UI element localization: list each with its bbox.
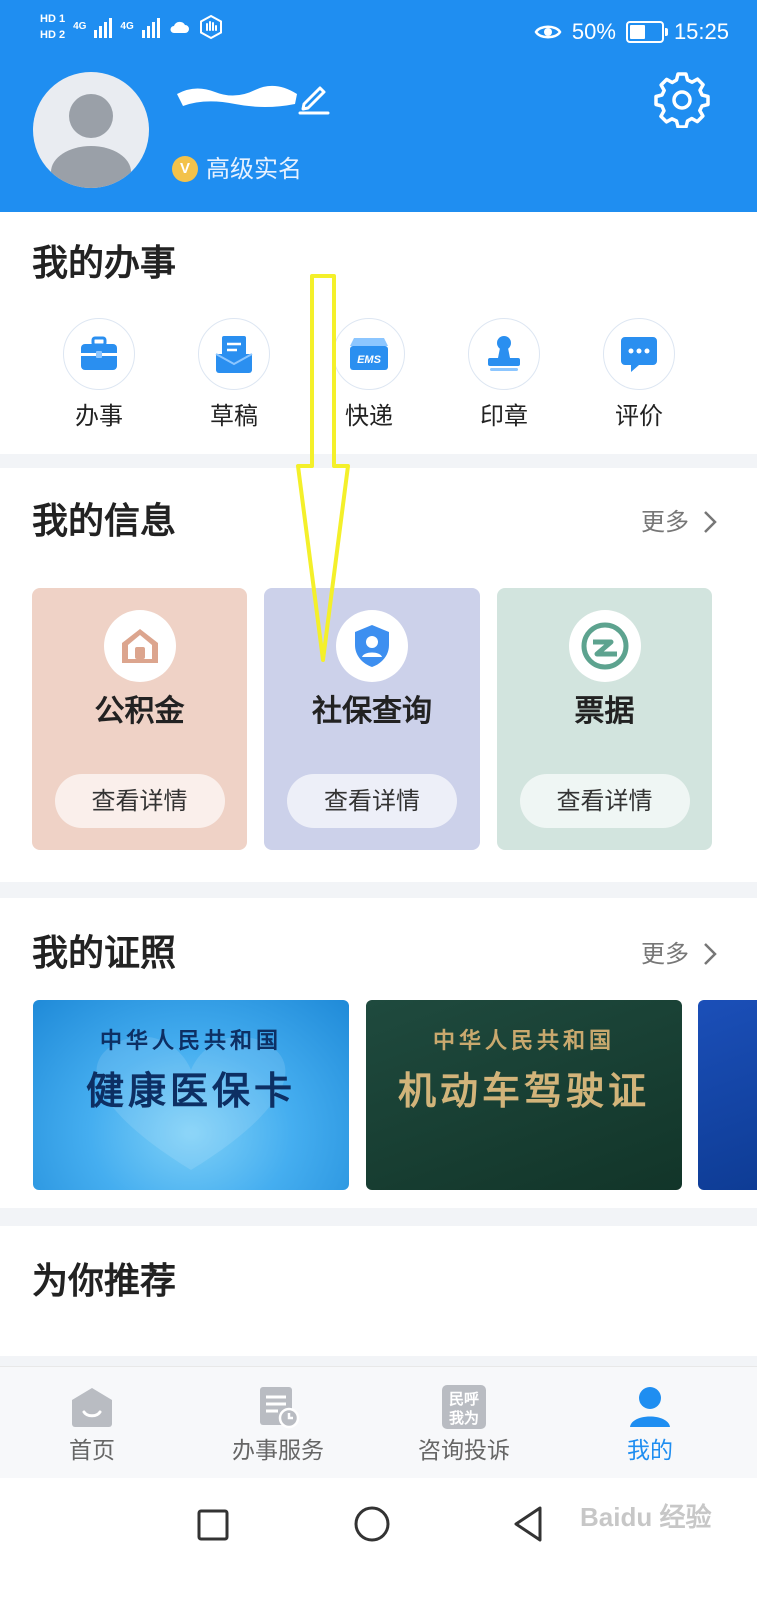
- affair-item-banshi[interactable]: 办事: [39, 318, 159, 432]
- affair-label: 评价: [615, 402, 663, 430]
- verification-status: V 高级实名: [172, 152, 302, 186]
- affair-icon-circle: [468, 318, 540, 390]
- info-card-housing-fund[interactable]: 公积金 查看详情: [32, 588, 247, 850]
- watermark-text: Baidu 经验: [580, 1502, 712, 1532]
- tab-home[interactable]: 首页: [12, 1367, 172, 1467]
- profile-header: HD 1 HD 2 4G 4G 50% 15:25 V 高级实名: [0, 0, 757, 212]
- edit-name-icon[interactable]: [296, 80, 332, 116]
- license-name: 机动车驾驶证: [397, 1068, 650, 1113]
- briefcase-icon: [81, 336, 117, 370]
- battery-percent: 50%: [571, 19, 616, 44]
- chat-bubble-icon: [621, 337, 657, 372]
- verification-label: 高级实名: [206, 155, 302, 183]
- my-affairs-section: 我的办事 办事 草稿 EMS 快递 印章 评价: [0, 212, 757, 454]
- complaint-icon-bottom-text: 我为: [449, 1409, 479, 1427]
- card-title: 公积金: [94, 694, 185, 729]
- redacted-username: [177, 85, 297, 107]
- recommend-section: 为你推荐: [0, 1226, 757, 1356]
- more-link[interactable]: 更多: [641, 938, 717, 970]
- view-details-button[interactable]: 查看详情: [54, 774, 225, 828]
- hd-badges: HD 1 HD 2: [40, 12, 65, 42]
- card-icon-circle: [568, 610, 641, 682]
- license-card-driving[interactable]: 中华人民共和国 机动车驾驶证: [366, 1000, 682, 1190]
- affair-item-seal[interactable]: 印章: [444, 318, 564, 432]
- affair-item-review[interactable]: 评价: [579, 318, 699, 432]
- tab-services[interactable]: 办事服务: [198, 1367, 358, 1467]
- avatar[interactable]: [33, 72, 149, 188]
- draft-icon: [215, 336, 253, 373]
- view-details-button[interactable]: 查看详情: [519, 774, 690, 828]
- chevron-right-icon: [704, 943, 717, 965]
- license-name: 健康医保卡: [85, 1068, 296, 1113]
- net1-group: 4G: [73, 21, 86, 33]
- section-title: 我的证照: [32, 933, 177, 974]
- baidu-watermark: Baidu 经验: [580, 1492, 750, 1542]
- tab-label: 咨询投诉: [418, 1438, 510, 1464]
- bottom-tab-bar: 首页 办事服务 民呼 我为 咨询投诉 我的: [0, 1366, 757, 1478]
- stamp-icon: [488, 336, 520, 371]
- my-licenses-section: 我的证照 更多 中华人民共和国 健康医保卡 中华人民共和国 机动车驾驶证: [0, 898, 757, 1208]
- network-type-2: 4G: [120, 21, 134, 32]
- affair-icon-circle: [198, 318, 270, 390]
- ems-text: EMS: [357, 354, 382, 366]
- signal-1-icon: [94, 16, 113, 38]
- more-label: 更多: [641, 940, 689, 968]
- tab-label: 办事服务: [232, 1438, 324, 1464]
- tab-label: 我的: [627, 1438, 673, 1464]
- hand-hexagon-icon: [199, 14, 222, 40]
- affair-label: 草稿: [210, 402, 258, 430]
- license-card-partial[interactable]: [698, 1000, 757, 1190]
- license-card-health-insurance[interactable]: 中华人民共和国 健康医保卡: [33, 1000, 349, 1190]
- verified-badge-icon: V: [172, 156, 198, 182]
- tab-mine[interactable]: 我的: [570, 1367, 730, 1467]
- service-doc-icon: [254, 1383, 302, 1431]
- affair-item-drafts[interactable]: 草稿: [174, 318, 294, 432]
- network-type-1: 4G: [73, 21, 87, 32]
- my-info-section: 我的信息 更多 公积金 查看详情 社保查询 查看详情 票据 查看详情: [0, 468, 757, 882]
- license-country: 中华人民共和国: [432, 1028, 615, 1054]
- section-title: 我的办事: [32, 243, 177, 284]
- tab-label: 首页: [69, 1438, 115, 1464]
- gear-icon[interactable]: [654, 72, 710, 128]
- section-title: 我的信息: [32, 501, 177, 542]
- annotation-arrow-icon: [296, 274, 350, 662]
- info-card-receipts[interactable]: 票据 查看详情: [497, 588, 712, 850]
- back-triangle-icon[interactable]: [510, 1504, 546, 1544]
- license-country: 中华人民共和国: [99, 1028, 282, 1054]
- card-title: 票据: [574, 694, 635, 729]
- affair-label: 办事: [75, 402, 123, 430]
- clock: 15:25: [673, 19, 729, 44]
- affair-label: 印章: [480, 402, 528, 430]
- battery-icon: [625, 21, 668, 43]
- status-left: HD 1 HD 2 4G 4G: [40, 12, 224, 42]
- home-circle-icon[interactable]: [352, 1504, 392, 1544]
- eye-icon: [534, 25, 562, 39]
- hd2-badge: HD 2: [40, 29, 66, 41]
- complaint-icon: 民呼 我为: [440, 1383, 488, 1431]
- view-details-button[interactable]: 查看详情: [287, 774, 457, 828]
- affair-icon-circle: [63, 318, 135, 390]
- card-icon-circle: [103, 610, 176, 682]
- more-label: 更多: [641, 508, 689, 536]
- recent-apps-square-icon[interactable]: [196, 1508, 230, 1542]
- profile-icon: [626, 1383, 674, 1431]
- receipt-logo-icon: [581, 622, 628, 670]
- home-icon: [68, 1383, 116, 1431]
- signal-2-icon: [141, 16, 160, 38]
- affair-icon-circle: [603, 318, 675, 390]
- net2-group: 4G: [120, 21, 133, 33]
- tab-complaints[interactable]: 民呼 我为 咨询投诉: [384, 1367, 544, 1467]
- more-link[interactable]: 更多: [641, 506, 717, 538]
- default-avatar-icon: [51, 94, 131, 188]
- house-icon: [121, 629, 158, 663]
- hd1-badge: HD 1: [40, 13, 66, 25]
- section-title: 为你推荐: [32, 1261, 177, 1302]
- status-bar: HD 1 HD 2 4G 4G 50% 15:25: [0, 0, 757, 64]
- status-right: 50% 15:25: [534, 18, 729, 46]
- chevron-right-icon: [704, 511, 717, 533]
- cloud-icon: [170, 21, 189, 33]
- card-title: 社保查询: [312, 694, 432, 729]
- complaint-icon-top-text: 民呼: [449, 1390, 479, 1408]
